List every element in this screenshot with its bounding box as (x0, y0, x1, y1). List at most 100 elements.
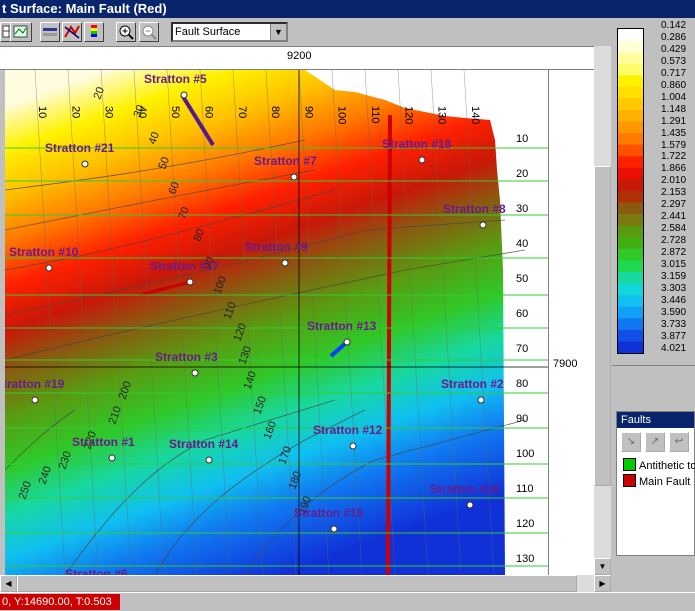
color-swatch (618, 237, 643, 250)
color-swatch (618, 318, 643, 331)
right-tick-label: 20 (516, 168, 529, 180)
well-point (108, 454, 116, 462)
well-label: Stratton #10 (9, 245, 79, 259)
fault-edit-icon[interactable]: ↗ (645, 432, 665, 452)
well-label: Stratton #2 (441, 377, 504, 391)
well-label: Stratton #12 (313, 423, 383, 437)
well-label: Stratton #1 (72, 435, 135, 449)
color-scale-value: 0.860 (661, 79, 687, 91)
color-scale-value: 2.010 (661, 175, 687, 187)
well-label: Stratton #18 (382, 137, 452, 151)
color-scale-value: 0.429 (661, 43, 687, 55)
color-swatch (618, 98, 643, 111)
color-swatch (618, 202, 643, 215)
well-label: Stratton #21 (45, 141, 115, 155)
well-point (477, 396, 485, 404)
well-point (191, 369, 199, 377)
status-bar: 0, Y:14690.00, T:0.503 (0, 592, 695, 611)
color-scale-bar (617, 28, 644, 354)
color-scale-value: 3.446 (661, 294, 687, 306)
fault-item-label: Main Fault (639, 476, 691, 488)
well-point (45, 264, 53, 272)
right-tick-label: 80 (516, 378, 529, 390)
fault-pick-icon[interactable]: ↘ (621, 432, 641, 452)
dropdown-arrow-icon[interactable]: ▼ (270, 24, 286, 40)
well-label: Stratton #17 (150, 259, 220, 273)
colorbar-icon[interactable] (84, 22, 104, 42)
right-ruler: 7900 10 20 30 40 50 60 70 80 90 100 110 120 130 (516, 70, 594, 575)
vertical-scrollbar[interactable]: ▼ (594, 46, 611, 575)
top-tick-label: 60 (203, 106, 215, 118)
right-tick-label: 30 (516, 203, 529, 215)
color-swatch (618, 248, 643, 261)
well-point (81, 160, 89, 168)
color-scale-value: 1.148 (661, 103, 687, 115)
well-point (330, 525, 338, 533)
zoom-out-icon[interactable] (139, 22, 159, 42)
well-label: Stratton #9 (245, 240, 308, 254)
top-tick-label: 10 (36, 106, 48, 118)
color-swatch (618, 156, 643, 169)
vertical-scroll-thumb[interactable] (594, 166, 611, 486)
top-tick-label: 80 (269, 106, 281, 118)
well-point (281, 259, 289, 267)
color-swatch (618, 86, 643, 99)
color-swatch (618, 283, 643, 296)
well-label: Stratton #8 (443, 202, 506, 216)
well-label: Stratton #6 (65, 567, 128, 575)
well-marker[interactable]: Stratton #6 (65, 567, 128, 575)
color-scale-value: 2.441 (661, 211, 687, 223)
color-swatch (618, 167, 643, 180)
top-tick-label: 30 (103, 106, 115, 118)
top-tick-label: 90 (302, 106, 314, 118)
scroll-down-icon[interactable]: ▼ (594, 558, 611, 575)
color-scale-value: 2.153 (661, 187, 687, 199)
right-tick-label: 90 (516, 413, 529, 425)
color-scale-value: 1.722 (661, 151, 687, 163)
toolbar (0, 18, 612, 46)
color-swatch (618, 29, 643, 42)
well-point (418, 156, 426, 164)
layers-icon[interactable] (40, 22, 60, 42)
fault-delete-icon[interactable]: ↩ (669, 432, 689, 452)
well-label: Stratton #3 (155, 350, 218, 364)
zoom-in-icon[interactable] (116, 22, 136, 42)
map-icon[interactable] (10, 22, 32, 42)
well-label: Stratton #19 (5, 377, 65, 391)
surface-select[interactable]: Fault Surface ▼ (171, 22, 288, 42)
cursor-readout: 0, Y:14690.00, T:0.503 (0, 594, 120, 610)
map-canvas[interactable]: 20 30 40 50 60 70 80 90 100 110 120 130 140 150 160 170… (5, 70, 548, 575)
right-tick-label: 110 (516, 483, 534, 495)
color-swatch (618, 110, 643, 123)
well-label: Stratton #15 (294, 506, 364, 520)
color-scale-value: 3.733 (661, 318, 687, 330)
contour-map[interactable]: 2030405060708090100110120130140150160170… (5, 70, 548, 575)
color-swatch (618, 225, 643, 238)
horizontal-scroll-thumb[interactable] (17, 575, 577, 592)
fault-item-antithetic[interactable]: Antithetic to (623, 458, 695, 472)
fault-item-main[interactable]: Main Fault (623, 474, 690, 488)
color-scale-value: 1.866 (661, 163, 687, 175)
horizontal-scrollbar[interactable]: ◀ ▶ (0, 575, 611, 592)
right-tick-label: 40 (516, 238, 529, 250)
color-swatch (618, 133, 643, 146)
color-swatch (618, 272, 643, 285)
well-point (349, 442, 357, 450)
color-swatch (618, 341, 643, 353)
top-tick-label: 20 (69, 106, 81, 118)
well-label: Stratton #7 (254, 154, 317, 168)
panel-divider (612, 365, 695, 406)
color-scale-value: 2.297 (661, 199, 687, 211)
scroll-right-icon[interactable]: ▶ (594, 575, 611, 592)
top-ruler: 9200 (0, 46, 594, 70)
scroll-left-icon[interactable]: ◀ (0, 575, 17, 592)
color-swatch (618, 40, 643, 53)
top-tick-label: 140 (469, 106, 481, 124)
horizon-icon[interactable] (62, 22, 82, 42)
color-swatch (618, 295, 643, 308)
color-scale-value: 3.877 (661, 330, 687, 342)
well-point (466, 501, 474, 509)
top-tick-label: 100 (336, 106, 348, 124)
surface-select-value: Fault Surface (175, 26, 241, 38)
color-scale-value: 2.584 (661, 223, 687, 235)
